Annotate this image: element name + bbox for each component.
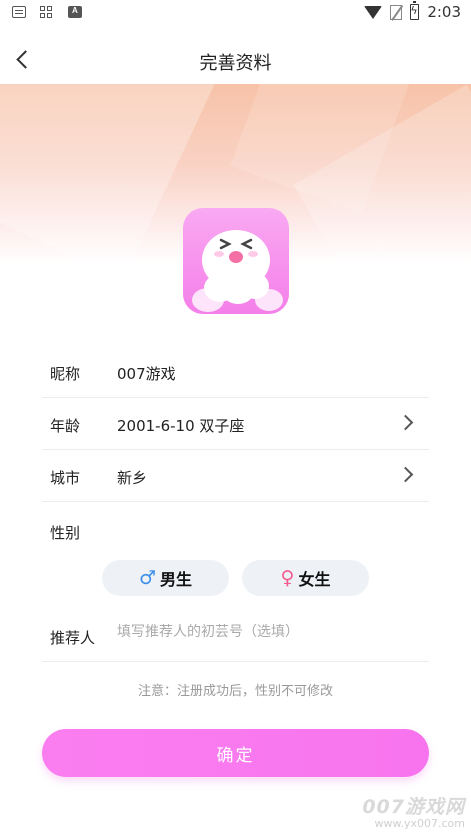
- status-right-icons: 2:03: [364, 1, 461, 21]
- nickname-value[interactable]: 007游戏: [117, 363, 176, 384]
- chevron-right-icon[interactable]: [397, 466, 414, 483]
- wifi-icon: [364, 5, 383, 19]
- chevron-right-icon[interactable]: [397, 414, 414, 431]
- confirm-button[interactable]: 确定: [42, 729, 429, 777]
- status-left-icons: [12, 6, 82, 18]
- city-row[interactable]: 城市 新乡: [42, 450, 429, 502]
- gender-label: 性别: [50, 524, 81, 542]
- watermark: 007游戏网 www.yx007.com: [362, 792, 465, 830]
- male-button[interactable]: ♂ 男生: [102, 560, 229, 596]
- profile-form: 昵称 007游戏 年龄 2001-6-10 双子座 城市 新乡: [42, 346, 429, 502]
- watermark-main: 007游戏网: [362, 796, 465, 818]
- grid-icon: [40, 6, 54, 18]
- nickname-row[interactable]: 昵称 007游戏: [42, 346, 429, 398]
- female-label: 女生: [298, 570, 331, 589]
- age-label: 年龄: [50, 417, 81, 435]
- battery-icon: [410, 1, 420, 20]
- city-label: 城市: [50, 469, 81, 487]
- referrer-label: 推荐人: [50, 629, 96, 647]
- age-value: 2001-6-10 双子座: [117, 417, 245, 435]
- nav-bar: 完善资料: [0, 38, 471, 82]
- male-label: 男生: [160, 570, 193, 589]
- female-button[interactable]: ♀ 女生: [242, 560, 369, 596]
- male-symbol-icon: ♂: [138, 567, 157, 589]
- keyboard-icon: [12, 6, 26, 18]
- city-value: 新乡: [117, 469, 148, 487]
- watermark-url: www.yx007.com: [374, 817, 465, 830]
- referrer-row: 推荐人: [42, 610, 429, 662]
- nickname-label: 昵称: [50, 365, 81, 383]
- status-time: 2:03: [427, 3, 461, 21]
- female-symbol-icon: ♀: [280, 567, 295, 589]
- referrer-input[interactable]: [117, 624, 417, 640]
- age-row[interactable]: 年龄 2001-6-10 双子座: [42, 398, 429, 450]
- no-sim-icon: [390, 4, 403, 20]
- status-bar: 2:03: [0, 0, 471, 26]
- font-icon: [68, 6, 82, 18]
- gender-notice: 注意：注册成功后，性别不可修改: [137, 684, 333, 699]
- page-title: 完善资料: [199, 53, 272, 74]
- app-mascot-icon[interactable]: [183, 208, 289, 314]
